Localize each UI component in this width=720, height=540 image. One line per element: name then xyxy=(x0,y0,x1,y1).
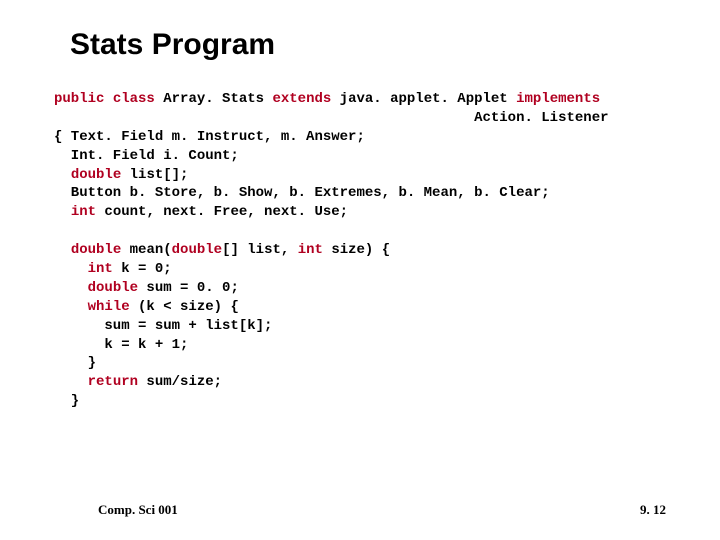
footer: Comp. Sci 001 9. 12 xyxy=(54,502,666,518)
kw-return: return xyxy=(88,374,138,390)
slide: Stats Program public class Array. Stats … xyxy=(0,0,720,540)
code-text: java. applet. Applet xyxy=(331,91,516,107)
code-text: count, next. Free, next. Use; xyxy=(96,204,348,220)
code-text xyxy=(54,280,88,296)
code-text xyxy=(54,204,71,220)
code-text: Int. Field i. Count; xyxy=(54,148,239,164)
code-text: { Text. Field m. Instruct, m. Answer; xyxy=(54,129,365,145)
code-text: sum = 0. 0; xyxy=(138,280,239,296)
code-text: mean( xyxy=(121,242,171,258)
code-text xyxy=(54,299,88,315)
kw-int: int xyxy=(298,242,323,258)
code-block: public class Array. Stats extends java. … xyxy=(54,90,666,411)
kw-double: double xyxy=(71,242,121,258)
code-text: Array. Stats xyxy=(155,91,273,107)
code-text: list[]; xyxy=(121,167,188,183)
code-text: k = 0; xyxy=(113,261,172,277)
code-text: } xyxy=(54,355,96,371)
kw-public: public xyxy=(54,91,104,107)
code-text xyxy=(54,242,71,258)
code-text: sum/size; xyxy=(138,374,222,390)
kw-double: double xyxy=(88,280,138,296)
code-text xyxy=(54,374,88,390)
code-text: } xyxy=(54,393,79,409)
kw-while: while xyxy=(88,299,130,315)
page-title: Stats Program xyxy=(70,28,666,62)
kw-double: double xyxy=(71,167,121,183)
code-text: Action. Listener xyxy=(54,110,609,126)
kw-int: int xyxy=(71,204,96,220)
code-text: (k < size) { xyxy=(130,299,239,315)
code-text: k = k + 1; xyxy=(54,337,188,353)
code-text xyxy=(104,91,112,107)
footer-left: Comp. Sci 001 xyxy=(98,502,178,518)
code-text xyxy=(54,261,88,277)
code-text xyxy=(54,167,71,183)
kw-int: int xyxy=(88,261,113,277)
code-text: Button b. Store, b. Show, b. Extremes, b… xyxy=(54,185,550,201)
code-text: [] list, xyxy=(222,242,298,258)
footer-right: 9. 12 xyxy=(640,502,666,518)
kw-implements: implements xyxy=(516,91,600,107)
kw-extends: extends xyxy=(272,91,331,107)
kw-class: class xyxy=(113,91,155,107)
code-text: size) { xyxy=(323,242,390,258)
code-text: sum = sum + list[k]; xyxy=(54,318,272,334)
kw-double: double xyxy=(172,242,222,258)
